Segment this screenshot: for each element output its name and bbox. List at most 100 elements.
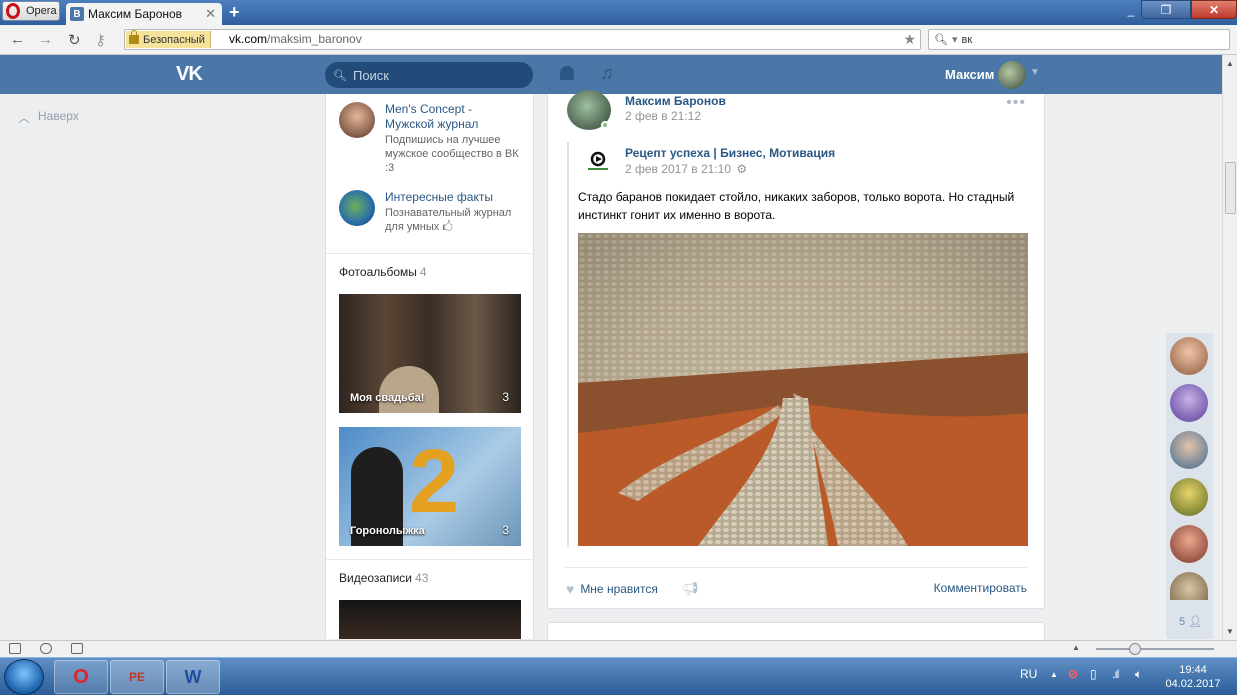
- divider: [326, 559, 533, 560]
- search-dropdown-icon[interactable]: ▾: [952, 33, 958, 46]
- friend-avatar[interactable]: [1170, 384, 1208, 422]
- vk-favicon-icon: B: [70, 7, 84, 21]
- album-thumbnail[interactable]: Моя свадьба! 3: [339, 294, 521, 413]
- post-more-icon[interactable]: •••: [1006, 94, 1026, 112]
- friend-avatar[interactable]: [1170, 478, 1208, 516]
- divider: [565, 567, 1027, 568]
- volume-icon[interactable]: 🔈︎: [1135, 667, 1142, 682]
- vk-search-input[interactable]: 🔍︎ Поиск: [325, 62, 533, 88]
- vk-logo[interactable]: VK: [176, 63, 206, 85]
- zoom-slider-knob[interactable]: [1129, 643, 1141, 655]
- comment-button[interactable]: Комментировать: [934, 581, 1027, 595]
- post-photo[interactable]: [578, 233, 1028, 546]
- windows-taskbar: O PE W RU ▲ ⊘ ▯ .ıl 🔈︎ 19:44 04.02.2017: [0, 657, 1237, 695]
- opera-menu-label: Opera: [26, 5, 57, 17]
- key-icon[interactable]: ⚷: [95, 31, 106, 49]
- chevron-up-icon: ︿: [18, 111, 31, 125]
- url-field[interactable]: Безопасный vk.com/maksim_baronov ★: [124, 29, 921, 50]
- subscription-desc: Подпишись на лучшее мужское сообщество в…: [385, 134, 519, 174]
- next-wall-post: [547, 622, 1045, 642]
- scroll-down-icon[interactable]: ▼: [1226, 627, 1234, 636]
- like-button[interactable]: ♥ Мне нравится: [566, 581, 658, 597]
- music-note-icon[interactable]: ♫: [600, 63, 614, 84]
- opera-logo-icon: [6, 3, 20, 19]
- zoom-slider[interactable]: [1096, 648, 1214, 650]
- page-scrollbar[interactable]: ▲ ▼: [1222, 55, 1237, 640]
- tab-close-icon[interactable]: ✕: [205, 6, 216, 22]
- taskbar-opera[interactable]: O: [54, 660, 108, 694]
- scroll-up-icon[interactable]: ▲: [1226, 59, 1234, 68]
- close-window-button[interactable]: ✕: [1191, 0, 1237, 19]
- camera-icon[interactable]: [71, 643, 83, 654]
- friend-avatar[interactable]: [1170, 525, 1208, 563]
- language-indicator[interactable]: RU: [1020, 667, 1037, 681]
- recipe-logo-icon: [588, 151, 608, 170]
- header-avatar[interactable]: [998, 61, 1026, 89]
- online-indicator: [601, 121, 609, 129]
- forward-icon[interactable]: →: [38, 31, 53, 48]
- post-text: Стадо баранов покидает стойло, никаких з…: [578, 190, 1015, 222]
- album-thumbnail[interactable]: 2 Горонолыжка 3: [339, 427, 521, 546]
- person-icon: 👤︎: [1188, 616, 1203, 628]
- repost-source-logo[interactable]: [583, 146, 613, 176]
- repost-date-row[interactable]: 2 фев 2017 в 21:10 ⚙: [625, 162, 747, 176]
- friend-avatar[interactable]: [1170, 337, 1208, 375]
- heart-icon: ♥: [566, 581, 575, 597]
- tab-active[interactable]: B Максим Баронов ✕: [66, 3, 222, 25]
- friend-avatar[interactable]: [1170, 431, 1208, 469]
- back-to-top-link[interactable]: ︿ Наверх: [18, 109, 79, 126]
- start-button[interactable]: [4, 659, 44, 695]
- system-clock[interactable]: 19:44 04.02.2017: [1160, 663, 1226, 691]
- antivirus-icon[interactable]: ⊘: [1068, 667, 1078, 681]
- subscription-avatar[interactable]: [339, 190, 375, 226]
- friends-count-value: 5: [1179, 616, 1186, 628]
- panel-toggle-icon[interactable]: [9, 643, 21, 654]
- network-signal-icon[interactable]: .ıl: [1112, 667, 1119, 681]
- notifications-bell-icon[interactable]: [560, 66, 574, 80]
- security-badge[interactable]: Безопасный: [126, 30, 211, 48]
- maximize-button[interactable]: ❐: [1141, 0, 1191, 19]
- friends-online-count[interactable]: 5 👤︎: [1179, 615, 1202, 628]
- reload-icon[interactable]: ↻: [68, 31, 81, 49]
- cloud-icon[interactable]: [40, 643, 52, 654]
- post-date[interactable]: 2 фев в 21:12: [625, 109, 701, 123]
- repost-source-link[interactable]: Рецепт успеха | Бизнес, Мотивация: [625, 146, 835, 160]
- minimize-button[interactable]: _: [1122, 0, 1140, 19]
- videos-title[interactable]: Видеозаписи 43: [339, 571, 428, 585]
- clock-time: 19:44: [1179, 664, 1207, 676]
- search-icon: 🔍︎: [934, 34, 948, 46]
- subscription-name[interactable]: Men's Concept - Мужской журнал: [385, 102, 523, 132]
- taskbar-word[interactable]: W: [166, 660, 220, 694]
- subscription-item[interactable]: Men's Concept - Мужской журнал Подпишись…: [339, 102, 523, 175]
- bookmark-star-icon[interactable]: ★: [903, 31, 916, 48]
- post-author-link[interactable]: Максим Баронов: [625, 94, 726, 108]
- videos-count: 43: [415, 571, 429, 585]
- albums-title-label: Фотоальбомы: [339, 265, 417, 279]
- subscription-item[interactable]: Интересные факты Познавательный журнал д…: [339, 190, 523, 234]
- albums-count: 4: [419, 265, 427, 279]
- subscription-avatar[interactable]: [339, 102, 375, 138]
- zoom-up-icon[interactable]: ▲: [1072, 643, 1080, 652]
- divider: [326, 253, 533, 254]
- tray-expand-icon[interactable]: ▲: [1050, 670, 1058, 679]
- repost-date: 2 фев 2017 в 21:10: [625, 162, 732, 176]
- opera-menu-button[interactable]: Opera: [2, 1, 60, 21]
- back-icon[interactable]: ←: [10, 31, 25, 48]
- video-thumbnail[interactable]: [339, 600, 521, 639]
- albums-title[interactable]: Фотоальбомы 4: [339, 265, 427, 279]
- header-user-name[interactable]: Максим: [945, 67, 994, 82]
- browser-search-input[interactable]: 🔍︎ ▾ вк: [928, 29, 1230, 50]
- search-text: вк: [961, 33, 973, 46]
- subscription-name[interactable]: Интересные факты: [385, 190, 523, 205]
- share-megaphone-icon[interactable]: 📢︎: [682, 581, 699, 597]
- chevron-down-icon[interactable]: ▼: [1030, 67, 1040, 78]
- friend-avatar[interactable]: [1170, 572, 1208, 600]
- lock-icon: [129, 30, 139, 44]
- vk-search-placeholder: Поиск: [352, 67, 389, 83]
- new-tab-button[interactable]: +: [229, 2, 240, 23]
- album-count: 3: [502, 523, 509, 537]
- tab-title: Максим Баронов: [88, 7, 183, 21]
- scrollbar-thumb[interactable]: [1225, 162, 1236, 214]
- taskbar-pe-explorer[interactable]: PE: [110, 660, 164, 694]
- tray-device-icon[interactable]: ▯: [1090, 667, 1097, 681]
